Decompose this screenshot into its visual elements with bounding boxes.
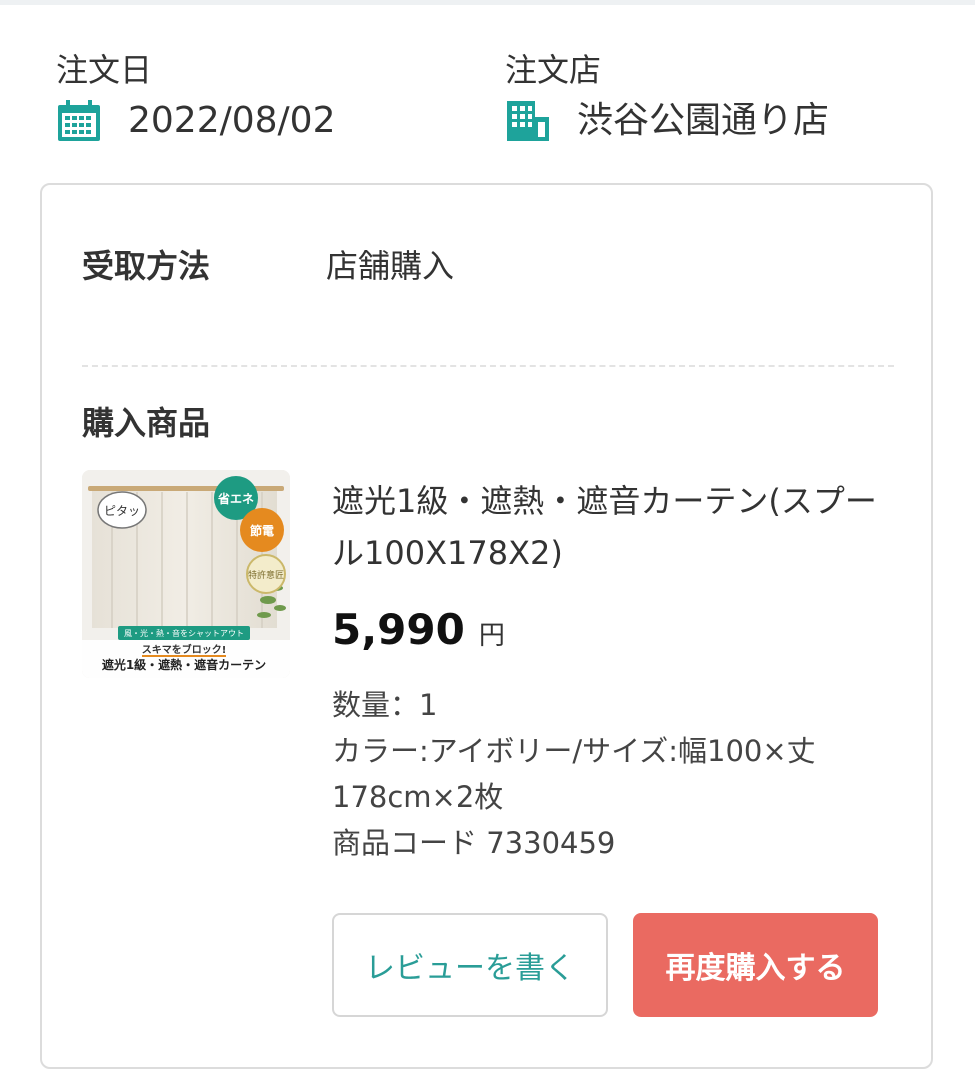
order-date: 注文日 2022/08/02 (56, 48, 336, 144)
badge-power: 節電 (240, 508, 284, 552)
badge-pitatto-text: ピタッ (104, 504, 140, 518)
badge-energy-text: 省エネ (217, 491, 254, 506)
badge-patent: 特許意匠 (246, 554, 286, 594)
banner-bottom-text: 遮光1級・遮熱・遮音カーテン (102, 657, 266, 672)
top-strip (0, 0, 975, 5)
badge-pitatto: ピタッ (97, 491, 147, 529)
order-date-label: 注文日 (56, 51, 153, 89)
product-variant: カラー:アイボリー/サイズ:幅100×丈178cm×2枚 (332, 734, 816, 814)
banner-top-text: 風・光・熱・音をシャットアウト (124, 628, 244, 638)
order-meta: 注文日 2022/08/02 注文店 渋谷公園通り店 (0, 48, 975, 158)
order-shop: 注文店 渋谷公園通り店 (505, 48, 829, 144)
building-icon (507, 101, 549, 141)
receive-method-row: 受取方法 店舗購入 (82, 243, 454, 289)
badge-power-text: 節電 (250, 523, 274, 538)
product-code: 商品コード 7330459 (332, 826, 616, 860)
receive-method-label: 受取方法 (82, 247, 211, 285)
banner-mid-text: スキマをブロック! (142, 643, 227, 656)
write-review-button[interactable]: レビューを書く (332, 913, 608, 1017)
divider (82, 365, 894, 367)
product-quantity: 数量：1 (332, 688, 438, 722)
product-name[interactable]: 遮光1級・遮熱・遮音カーテン(スプール100X178X2) (332, 475, 892, 579)
product-details: 数量：1 カラー:アイボリー/サイズ:幅100×丈178cm×2枚 商品コード … (332, 682, 892, 866)
calendar-icon (58, 100, 100, 141)
product-thumbnail[interactable]: ピタッ 省エネ 節電 特許意匠 風・光・熱・音をシャットアウト スキマをブロック… (82, 470, 290, 678)
currency-label: 円 (478, 621, 505, 651)
purchased-items-label: 購入商品 (82, 404, 211, 442)
curtain-image: ピタッ 省エネ 節電 特許意匠 風・光・熱・音をシャットアウト スキマをブロック… (82, 470, 290, 678)
price-row: 5,990 円 (332, 605, 892, 654)
product-price: 5,990 (332, 605, 465, 654)
badge-patent-text: 特許意匠 (248, 569, 284, 581)
order-date-value: 2022/08/02 (128, 100, 336, 141)
product-info: 遮光1級・遮熱・遮音カーテン(スプール100X178X2) 5,990 円 数量… (332, 475, 892, 866)
receive-method-value: 店舗購入 (326, 247, 455, 285)
rebuy-button[interactable]: 再度購入する (633, 913, 878, 1017)
order-shop-label: 注文店 (505, 51, 602, 89)
order-shop-value: 渋谷公園通り店 (577, 100, 830, 141)
order-detail-card: 受取方法 店舗購入 購入商品 ピタッ 省エネ 節電 特許意匠 風・光・熱・音をシ… (40, 183, 933, 1069)
